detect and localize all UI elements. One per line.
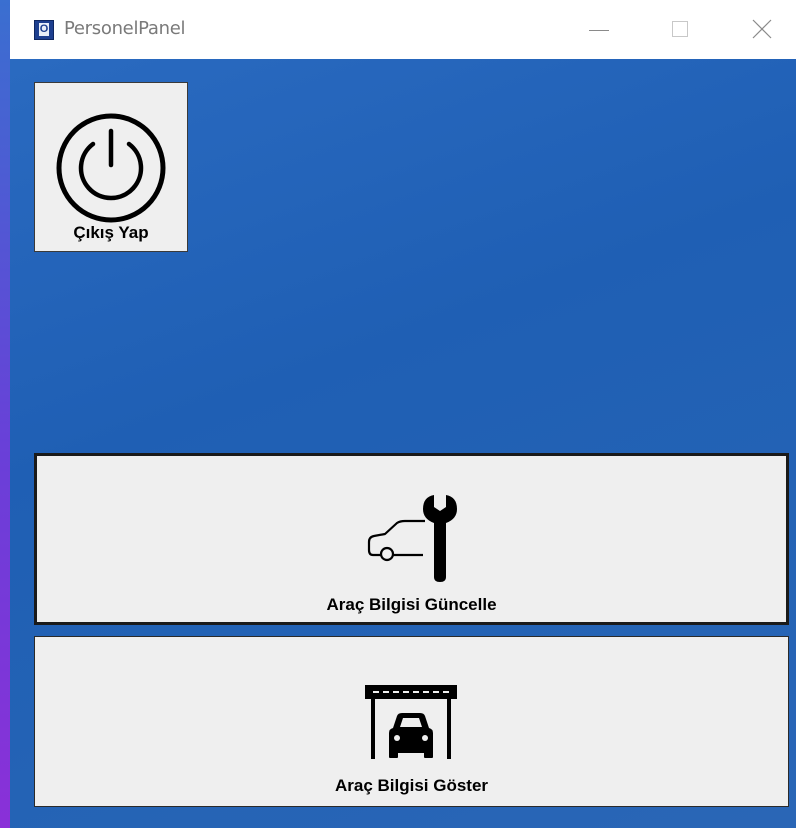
- title-bar[interactable]: O PersonelPanel: [10, 0, 796, 59]
- app-icon: O: [34, 20, 54, 40]
- maximize-button[interactable]: [652, 0, 710, 59]
- close-button[interactable]: [732, 0, 790, 59]
- power-icon: [56, 113, 166, 223]
- maximize-icon: [672, 21, 688, 37]
- personel-panel-window: O PersonelPanel Çıkış Yap Araç Bilgisi G…: [0, 0, 796, 828]
- car-garage-icon: [365, 685, 457, 759]
- show-vehicle-info-button[interactable]: Araç Bilgisi Göster: [34, 636, 789, 807]
- close-icon: [752, 19, 772, 39]
- minimize-icon: [589, 30, 609, 31]
- car-wrench-icon: [367, 495, 457, 582]
- logout-label: Çıkış Yap: [73, 223, 149, 242]
- update-vehicle-info-label: Araç Bilgisi Güncelle: [326, 595, 497, 614]
- app-icon-letter: O: [39, 23, 49, 36]
- client-area: Çıkış Yap Araç Bilgisi Güncelle Araç Bil…: [10, 59, 796, 828]
- window-title: PersonelPanel: [64, 18, 186, 39]
- show-vehicle-info-label: Araç Bilgisi Göster: [334, 776, 489, 795]
- minimize-button[interactable]: [572, 0, 630, 59]
- logout-button[interactable]: Çıkış Yap: [34, 82, 188, 252]
- update-vehicle-info-button[interactable]: Araç Bilgisi Güncelle: [34, 453, 789, 625]
- window-frame-edge: [0, 0, 10, 828]
